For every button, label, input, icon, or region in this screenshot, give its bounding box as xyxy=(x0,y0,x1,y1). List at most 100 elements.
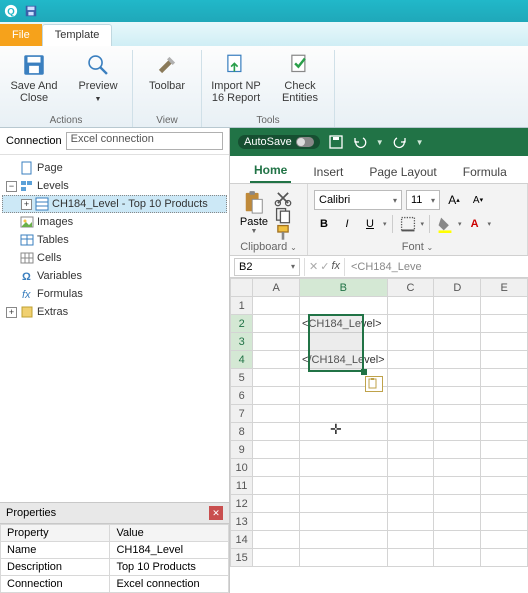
decrease-font-icon[interactable]: A▾ xyxy=(468,190,488,210)
autosave-toggle[interactable]: AutoSave xyxy=(238,135,320,149)
cell-b2[interactable]: <CH184_Level> xyxy=(300,315,388,333)
prop-col-value: Value xyxy=(110,525,229,542)
properties-close-icon[interactable]: ✕ xyxy=(209,506,223,520)
qat-save-icon[interactable] xyxy=(328,134,344,150)
italic-icon[interactable]: I xyxy=(337,214,357,234)
main-tab-strip: File Template xyxy=(0,22,528,46)
preview-button[interactable]: Preview▼ xyxy=(70,50,126,114)
svg-text:Q: Q xyxy=(7,7,15,18)
prop-name-val[interactable]: CH184_Level xyxy=(110,542,229,559)
app-ribbon: Save And Close Preview▼ Actions Toolbar … xyxy=(0,46,528,128)
level-item-icon xyxy=(35,197,49,211)
ribbon-group-tools-label: Tools xyxy=(256,114,279,127)
app-title-bar: Q xyxy=(0,0,528,22)
col-header[interactable]: A xyxy=(253,279,300,297)
copy-icon[interactable] xyxy=(274,207,292,223)
cancel-formula-icon[interactable]: ✕ xyxy=(309,260,318,273)
bold-icon[interactable]: B xyxy=(314,214,334,234)
font-name-select[interactable]: Calibri▾ xyxy=(314,190,402,210)
format-painter-icon[interactable] xyxy=(274,224,292,240)
left-panel: Connection Excel connection Page − Level… xyxy=(0,128,230,593)
tree-cells[interactable]: Cells xyxy=(37,252,61,264)
toolbar-button[interactable]: Toolbar xyxy=(139,50,195,114)
prop-conn-key: Connection xyxy=(1,576,110,593)
tree-view[interactable]: Page − Levels + CH184_Level - Top 10 Pro… xyxy=(0,155,229,502)
cell-cursor-icon: ✛ xyxy=(330,421,342,438)
formula-input[interactable]: <CH184_Leve xyxy=(345,261,528,273)
col-header[interactable]: B xyxy=(300,279,388,297)
cell-b4[interactable]: </CH184_Level> xyxy=(300,351,388,369)
select-all-corner[interactable] xyxy=(231,279,253,297)
font-size-select[interactable]: 11▾ xyxy=(406,190,440,210)
tab-formula[interactable]: Formula xyxy=(459,161,511,183)
font-color-icon[interactable]: A xyxy=(465,214,485,234)
tree-extras[interactable]: Extras xyxy=(37,306,68,318)
prop-col-property: Property xyxy=(1,525,110,542)
paste-options-icon[interactable] xyxy=(365,376,383,392)
underline-icon[interactable]: U xyxy=(360,214,380,234)
template-tab[interactable]: Template xyxy=(42,24,113,46)
expand-level1[interactable]: + xyxy=(21,199,32,210)
prop-desc-val[interactable]: Top 10 Products xyxy=(110,559,229,576)
file-tab[interactable]: File xyxy=(0,24,42,46)
col-header[interactable]: C xyxy=(387,279,434,297)
svg-text:Ω: Ω xyxy=(22,271,31,283)
properties-title: Properties xyxy=(6,507,56,519)
save-icon[interactable] xyxy=(24,4,38,18)
extras-icon xyxy=(20,305,34,319)
formulas-icon: fx xyxy=(20,287,34,301)
excel-tabs: Home Insert Page Layout Formula xyxy=(230,156,528,184)
tree-formulas[interactable]: Formulas xyxy=(37,288,83,300)
spreadsheet-grid[interactable]: A B C D E 1 2<CH184_Level> 3 4</CH184_Le… xyxy=(230,278,528,593)
name-box[interactable]: B2▾ xyxy=(234,258,300,276)
excel-ribbon: Paste ▼ Clipboard ⌄ Calibri▾ 11▾ xyxy=(230,184,528,256)
page-icon xyxy=(20,161,34,175)
accept-formula-icon[interactable]: ✓ xyxy=(320,260,329,273)
svg-text:fx: fx xyxy=(22,289,31,301)
cut-icon[interactable] xyxy=(274,190,292,206)
properties-table: PropertyValue NameCH184_Level Descriptio… xyxy=(0,524,229,593)
expand-levels[interactable]: − xyxy=(6,181,17,192)
clipboard-group-label: Clipboard ⌄ xyxy=(236,240,301,253)
tree-levels[interactable]: Levels xyxy=(37,180,69,192)
col-header[interactable]: E xyxy=(481,279,528,297)
connection-label: Connection xyxy=(6,135,62,147)
font-group-label: Font ⌄ xyxy=(314,240,521,253)
qat-redo-icon[interactable] xyxy=(392,134,408,150)
ribbon-group-view-label: View xyxy=(156,114,178,127)
tab-home[interactable]: Home xyxy=(250,159,291,183)
formula-bar: B2▾ ✕ ✓ fx <CH184_Leve xyxy=(230,256,528,278)
tree-tables[interactable]: Tables xyxy=(37,234,69,246)
fx-icon[interactable]: fx xyxy=(331,260,340,273)
levels-icon xyxy=(20,179,34,193)
tree-level-item[interactable]: CH184_Level - Top 10 Products xyxy=(52,198,208,210)
connection-select[interactable]: Excel connection xyxy=(66,132,223,150)
excel-title-bar: AutoSave ▼ ▼ xyxy=(230,128,528,156)
prop-conn-val[interactable]: Excel connection xyxy=(110,576,229,593)
ribbon-group-actions-label: Actions xyxy=(50,114,83,127)
expand-extras[interactable]: + xyxy=(6,307,17,318)
variables-icon: Ω xyxy=(20,269,34,283)
check-entities-button[interactable]: Check Entities xyxy=(272,50,328,114)
prop-desc-key: Description xyxy=(1,559,110,576)
paste-button[interactable]: Paste ▼ xyxy=(236,190,272,235)
cells-icon xyxy=(20,251,34,265)
tab-pagelayout[interactable]: Page Layout xyxy=(365,161,440,183)
save-and-close-button[interactable]: Save And Close xyxy=(6,50,62,114)
col-header[interactable]: D xyxy=(434,279,481,297)
tab-insert[interactable]: Insert xyxy=(309,161,347,183)
tree-variables[interactable]: Variables xyxy=(37,270,82,282)
fill-handle[interactable] xyxy=(361,369,367,375)
increase-font-icon[interactable]: A▴ xyxy=(444,190,464,210)
tree-page[interactable]: Page xyxy=(37,162,63,174)
tree-images[interactable]: Images xyxy=(37,216,73,228)
fill-color-icon[interactable] xyxy=(435,214,455,234)
prop-name-key: Name xyxy=(1,542,110,559)
images-icon xyxy=(20,215,34,229)
app-icon: Q xyxy=(4,4,18,18)
qat-undo-icon[interactable] xyxy=(352,134,368,150)
border-icon[interactable] xyxy=(398,214,418,234)
excel-panel: AutoSave ▼ ▼ Home Insert Page Layout For… xyxy=(230,128,528,593)
tables-icon xyxy=(20,233,34,247)
import-report-button[interactable]: Import NP 16 Report xyxy=(208,50,264,114)
